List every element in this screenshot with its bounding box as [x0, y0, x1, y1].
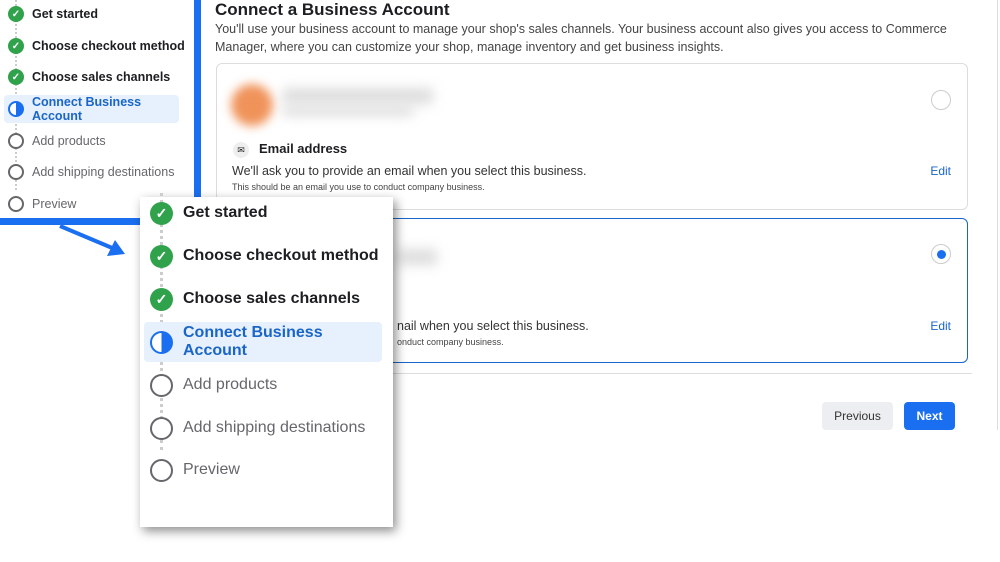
- empty-circle-icon: [150, 416, 173, 440]
- radio-button-selected[interactable]: [931, 244, 951, 264]
- step-choose-sales-channels[interactable]: ✓ Choose sales channels: [4, 63, 170, 91]
- step-label: Choose sales channels: [183, 290, 360, 307]
- check-circle-icon: ✓: [150, 244, 173, 268]
- half-circle-icon: [8, 101, 24, 117]
- step-get-started[interactable]: ✓ Get started: [144, 193, 267, 233]
- step-get-started[interactable]: ✓ Get started: [4, 0, 98, 28]
- next-button[interactable]: Next: [904, 402, 955, 430]
- step-label: Get started: [183, 204, 268, 221]
- step-choose-checkout-method[interactable]: ✓ Choose checkout method: [144, 236, 379, 276]
- email-info: nail when you select this business.: [397, 319, 589, 333]
- page-title: Connect a Business Account: [215, 0, 450, 19]
- check-circle-icon: ✓: [8, 69, 24, 85]
- step-label: Connect Business Account: [32, 95, 142, 123]
- check-circle-icon: ✓: [8, 38, 24, 54]
- email-icon: ✉: [233, 142, 249, 158]
- email-title: Email address: [259, 141, 348, 156]
- step-connect-business-account[interactable]: Connect Business Account: [4, 95, 179, 123]
- avatar: [231, 84, 273, 126]
- edit-link[interactable]: Edit: [930, 164, 951, 178]
- previous-button[interactable]: Previous: [822, 402, 893, 430]
- step-add-products[interactable]: Add products: [4, 127, 106, 155]
- step-add-shipping-destinations[interactable]: Add shipping destinations: [4, 158, 174, 186]
- step-label: Connect Business Account: [183, 324, 323, 359]
- empty-circle-icon: [8, 133, 24, 149]
- step-label: Add products: [183, 376, 278, 393]
- email-info: We'll ask you to provide an email when y…: [232, 164, 587, 178]
- edit-link[interactable]: Edit: [930, 319, 951, 333]
- check-circle-icon: ✓: [150, 287, 173, 311]
- step-label: Choose checkout method: [32, 39, 185, 53]
- empty-circle-icon: [8, 164, 24, 180]
- divider: [997, 0, 998, 430]
- check-circle-icon: ✓: [150, 201, 173, 225]
- step-preview[interactable]: Preview: [4, 190, 76, 218]
- business-card-1[interactable]: ✉ Email address We'll ask you to provide…: [216, 63, 968, 210]
- step-label: Choose sales channels: [32, 70, 171, 84]
- empty-circle-icon: [8, 196, 24, 212]
- step-add-products[interactable]: Add products: [144, 365, 277, 405]
- step-connect-business-account[interactable]: Connect Business Account: [144, 322, 382, 362]
- main-content: Connect a Business Account You'll use yo…: [215, 0, 998, 56]
- step-label: Choose checkout method: [183, 247, 379, 264]
- step-label: Add shipping destinations: [32, 165, 175, 179]
- step-label: Add products: [32, 134, 106, 148]
- check-circle-icon: ✓: [8, 6, 24, 22]
- step-choose-sales-channels[interactable]: ✓ Choose sales channels: [144, 279, 360, 319]
- step-add-shipping-destinations[interactable]: Add shipping destinations: [144, 408, 365, 448]
- step-label: Preview: [183, 461, 240, 478]
- step-preview[interactable]: Preview: [144, 450, 240, 490]
- step-choose-checkout-method[interactable]: ✓ Choose checkout method: [4, 32, 185, 60]
- arrow-icon: [59, 224, 125, 256]
- email-note: This should be an email you use to condu…: [232, 182, 485, 192]
- page-description: You'll use your business account to mana…: [215, 22, 947, 54]
- empty-circle-icon: [150, 373, 173, 397]
- radio-button[interactable]: [931, 90, 951, 110]
- step-label: Add shipping destinations: [183, 419, 366, 436]
- half-circle-icon: [150, 330, 173, 354]
- zoomed-stepper: ✓ Get started ✓ Choose checkout method ✓ Choo…: [140, 193, 393, 527]
- stepper-sidebar: ✓ Get started ✓ Choose checkout method ✓ Choo…: [0, 0, 201, 225]
- email-note: onduct company business.: [397, 337, 504, 347]
- step-label: Get started: [32, 7, 98, 21]
- empty-circle-icon: [150, 458, 173, 482]
- step-label: Preview: [32, 197, 77, 211]
